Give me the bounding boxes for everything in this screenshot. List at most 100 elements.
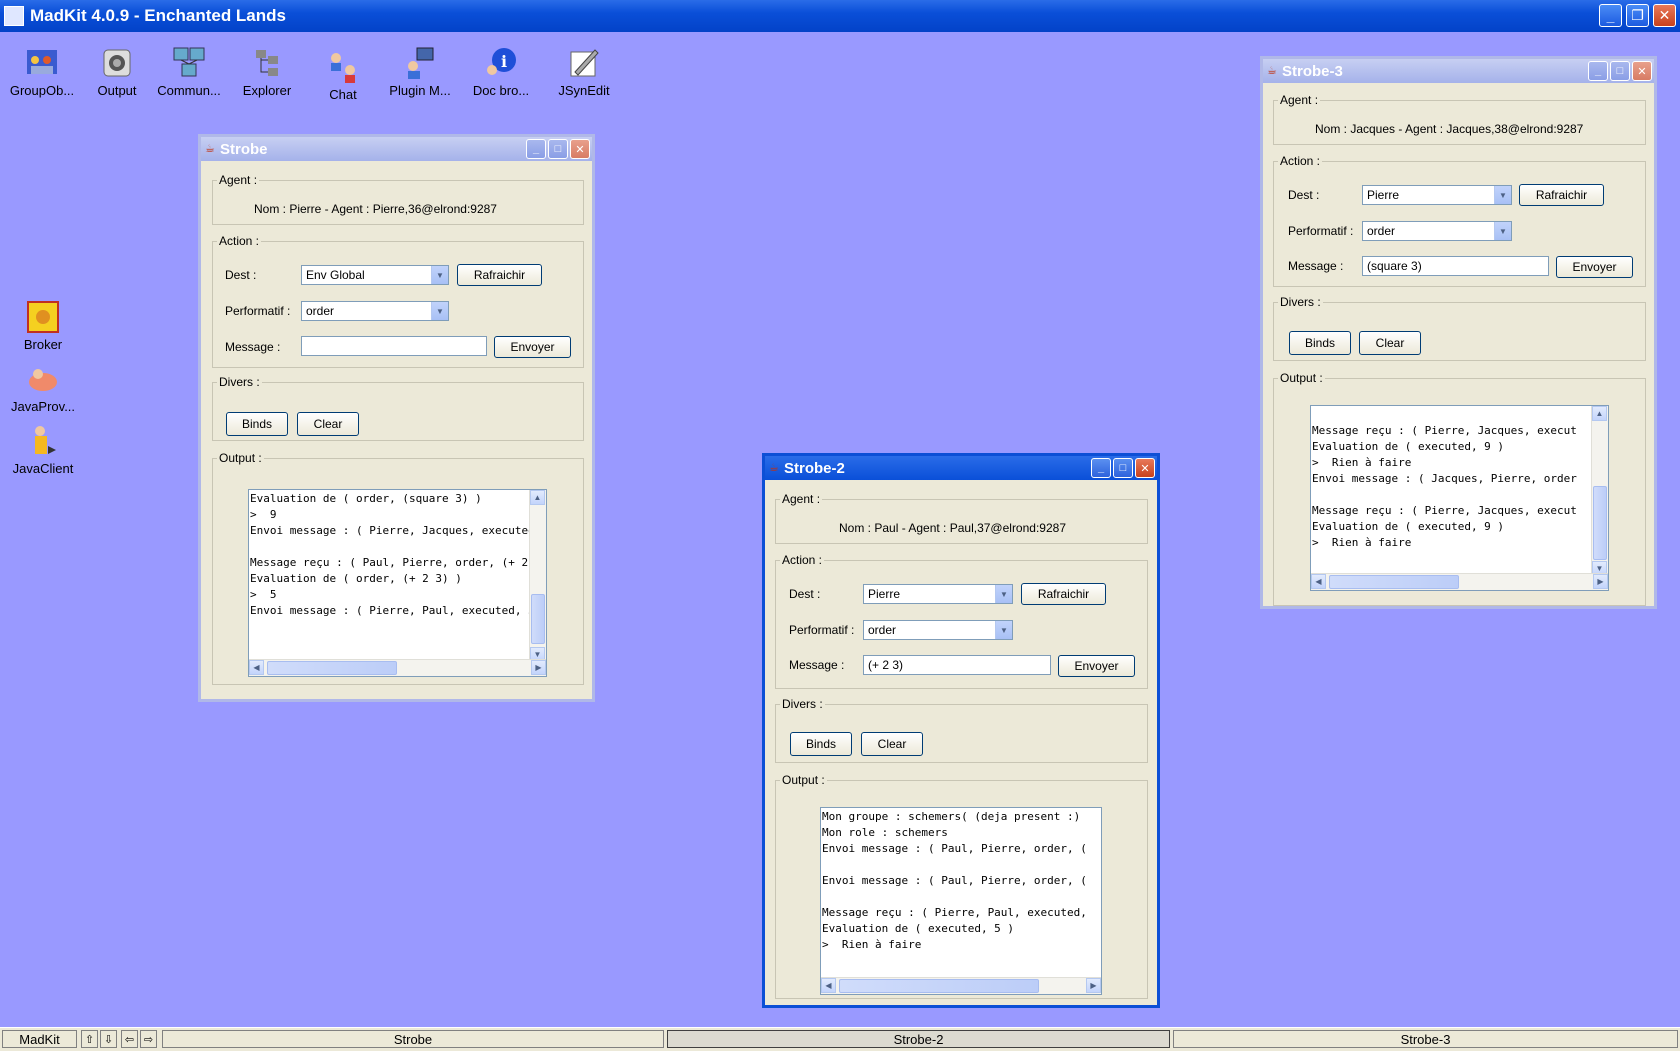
horizontal-scrollbar[interactable]: ◀ ▶	[821, 977, 1101, 994]
agent-info: Nom : Jacques - Agent : Jacques,38@elron…	[1315, 122, 1584, 136]
message-label: Message :	[789, 658, 845, 672]
rafraichir-button[interactable]: Rafraichir	[1519, 184, 1604, 206]
dest-select[interactable]: Pierre ▼	[863, 584, 1013, 604]
maximize-button[interactable]: ❐	[1626, 4, 1649, 27]
output-area[interactable]: Message reçu : ( Pierre, Jacques, execut…	[1310, 405, 1609, 591]
performatif-select[interactable]: order ▼	[1362, 221, 1512, 241]
horizontal-scrollbar[interactable]: ◀ ▶	[1311, 573, 1608, 590]
arrow-up-icon[interactable]: ⇧	[81, 1030, 98, 1048]
binds-button[interactable]: Binds	[226, 412, 288, 436]
window-title: Strobe-3	[1282, 62, 1343, 80]
chevron-down-icon: ▼	[995, 585, 1012, 603]
desktop-icon-jsynedit[interactable]: JSynEdit	[546, 46, 622, 98]
desktop-icon-chat[interactable]: Chat	[305, 50, 381, 102]
desktop-icon-java-provider[interactable]: JavaProv...	[5, 362, 81, 414]
scroll-left-icon[interactable]: ◀	[249, 660, 264, 675]
minimize-button[interactable]: _	[526, 139, 546, 159]
minimize-button[interactable]: _	[1588, 61, 1608, 81]
dest-select[interactable]: Pierre ▼	[1362, 185, 1512, 205]
output-area[interactable]: Evaluation de ( order, (square 3) ) > 9 …	[248, 489, 547, 677]
minimize-button[interactable]: _	[1599, 4, 1622, 27]
rafraichir-button[interactable]: Rafraichir	[1021, 583, 1106, 605]
close-button[interactable]: ✕	[570, 139, 590, 159]
minimize-button[interactable]: _	[1091, 458, 1111, 478]
scroll-up-icon[interactable]: ▲	[530, 490, 545, 505]
envoyer-button[interactable]: Envoyer	[1556, 256, 1633, 278]
horizontal-scrollbar[interactable]: ◀ ▶	[249, 659, 546, 676]
performatif-select[interactable]: order ▼	[301, 301, 449, 321]
envoyer-button[interactable]: Envoyer	[1058, 655, 1135, 677]
maximize-button[interactable]: □	[548, 139, 568, 159]
scroll-up-icon[interactable]: ▲	[1592, 406, 1607, 421]
window-title-bar[interactable]: ☕ Strobe-2 _ □ ✕	[765, 456, 1157, 480]
window-strobe-2[interactable]: ☕ Strobe-2 _ □ ✕ Agent : Nom : Paul - Ag…	[762, 453, 1160, 1008]
java-cup-icon: ☕	[1267, 65, 1277, 77]
scroll-thumb[interactable]	[839, 979, 1039, 993]
desktop-icon-java-client[interactable]: JavaClient	[5, 424, 81, 476]
message-input[interactable]: (square 3)	[1362, 256, 1549, 276]
envoyer-button[interactable]: Envoyer	[494, 336, 571, 358]
arrow-down-icon[interactable]: ⇩	[100, 1030, 117, 1048]
close-button[interactable]: ✕	[1632, 61, 1652, 81]
window-title-bar[interactable]: ☕ Strobe-3 _ □ ✕	[1263, 59, 1654, 83]
scroll-right-icon[interactable]: ▶	[1593, 574, 1608, 589]
scroll-thumb[interactable]	[267, 661, 397, 675]
desktop-icon-communicator[interactable]: Commun...	[151, 46, 227, 98]
close-button[interactable]: ✕	[1653, 4, 1676, 27]
java-provider-icon	[26, 362, 60, 396]
clear-button[interactable]: Clear	[1359, 331, 1421, 355]
binds-button[interactable]: Binds	[790, 732, 852, 756]
taskbar-item-strobe-3[interactable]: Strobe-3	[1173, 1030, 1678, 1048]
dest-select[interactable]: Env Global ▼	[301, 265, 449, 285]
scroll-left-icon[interactable]: ◀	[1311, 574, 1326, 589]
taskbar-item-strobe[interactable]: Strobe	[162, 1030, 664, 1048]
scroll-thumb[interactable]	[1329, 575, 1459, 589]
taskbar-item-strobe-2[interactable]: Strobe-2	[667, 1030, 1170, 1048]
chat-icon	[326, 50, 360, 84]
message-label: Message :	[225, 340, 281, 354]
desktop-icon-broker[interactable]: Broker	[5, 300, 81, 352]
communicator-icon	[172, 46, 206, 80]
close-button[interactable]: ✕	[1135, 458, 1155, 478]
message-input[interactable]: (+ 2 3)	[863, 655, 1051, 675]
jsynedit-icon	[567, 46, 601, 80]
doc-browser-icon: i	[484, 46, 518, 80]
group-observer-icon	[25, 46, 59, 80]
rafraichir-button[interactable]: Rafraichir	[457, 264, 542, 286]
desktop-icon-explorer[interactable]: Explorer	[229, 46, 305, 98]
output-area[interactable]: Mon groupe : schemers( (deja present :) …	[820, 807, 1102, 995]
maximize-button[interactable]: □	[1113, 458, 1133, 478]
scroll-right-icon[interactable]: ▶	[531, 660, 546, 675]
chevron-down-icon: ▼	[431, 302, 448, 320]
arrow-right-icon[interactable]: ⇨	[140, 1030, 157, 1048]
scroll-thumb[interactable]	[1593, 486, 1607, 560]
window-strobe[interactable]: ☕ Strobe _ □ ✕ Agent : Nom : Pierre - Ag…	[198, 134, 595, 702]
desktop-icon-plugin-manager[interactable]: Plugin M...	[382, 46, 458, 98]
taskbar: MadKit ⇧ ⇩ ⇦ ⇨ Strobe Strobe-2 Strobe-3	[0, 1027, 1680, 1051]
vertical-scrollbar[interactable]: ▲ ▼	[1591, 406, 1608, 576]
clear-button[interactable]: Clear	[297, 412, 359, 436]
madkit-app-icon	[4, 6, 24, 26]
clear-button[interactable]: Clear	[861, 732, 923, 756]
window-strobe-3[interactable]: ☕ Strobe-3 _ □ ✕ Agent : Nom : Jacques -…	[1260, 56, 1657, 609]
desktop-icon-output[interactable]: Output	[79, 46, 155, 98]
agent-group: Agent :	[1273, 93, 1646, 145]
output-icon	[100, 46, 134, 80]
performatif-label: Performatif :	[789, 623, 855, 637]
chevron-down-icon: ▼	[1494, 186, 1511, 204]
agent-group: Agent :	[212, 173, 584, 225]
scroll-left-icon[interactable]: ◀	[821, 978, 836, 993]
scroll-thumb[interactable]	[531, 594, 545, 644]
arrow-left-icon[interactable]: ⇦	[121, 1030, 138, 1048]
madkit-menu-button[interactable]: MadKit	[2, 1030, 77, 1048]
window-title-bar[interactable]: ☕ Strobe _ □ ✕	[201, 137, 592, 161]
java-cup-icon: ☕	[769, 462, 779, 474]
binds-button[interactable]: Binds	[1289, 331, 1351, 355]
vertical-scrollbar[interactable]: ▲ ▼	[529, 490, 546, 662]
message-input[interactable]	[301, 336, 487, 356]
desktop-icon-doc-browser[interactable]: i Doc bro...	[463, 46, 539, 98]
maximize-button[interactable]: □	[1610, 61, 1630, 81]
scroll-right-icon[interactable]: ▶	[1086, 978, 1101, 993]
desktop-icon-groupobserver[interactable]: GroupOb...	[4, 46, 80, 98]
performatif-select[interactable]: order ▼	[863, 620, 1013, 640]
